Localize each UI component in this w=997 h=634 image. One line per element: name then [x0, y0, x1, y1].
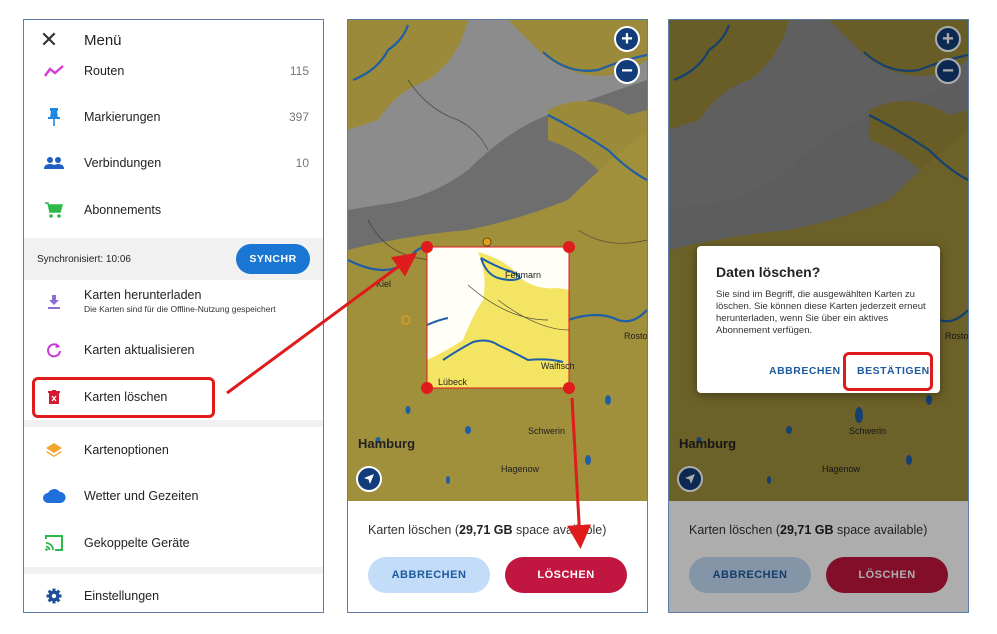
- layers-icon: [24, 442, 84, 458]
- pin-icon: [24, 107, 84, 127]
- divider: [24, 420, 323, 427]
- download-icon: [24, 288, 84, 310]
- map-label-walfisch: Walfisch: [541, 361, 575, 371]
- menu-title: Menü: [84, 31, 122, 49]
- menu-item-subtitle: Die Karten sind für die Offline-Nutzung …: [84, 304, 276, 314]
- dialog-title: Daten löschen?: [716, 264, 821, 280]
- menu-item-weather[interactable]: Wetter und Gezeiten: [24, 483, 323, 509]
- dialog-message: Sie sind im Begriff, die ausgewählten Ka…: [716, 289, 926, 336]
- delete-button[interactable]: LÖSCHEN: [505, 557, 627, 593]
- menu-item-label: Markierungen: [84, 110, 161, 124]
- delete-bottom-sheet: Karten löschen (29,71 GB space available…: [348, 501, 647, 612]
- gear-icon: [24, 588, 84, 604]
- menu-item-label: Einstellungen: [84, 589, 160, 603]
- map-selection-panel: Fehmarn Kiel Walfisch Lübeck Rosto Hambu…: [347, 19, 648, 613]
- cancel-button[interactable]: ABBRECHEN: [368, 557, 490, 593]
- menu-item-label: Routen: [84, 64, 125, 78]
- menu-item-subscriptions[interactable]: Abonnements: [24, 197, 323, 223]
- map-label-schwerin: Schwerin: [528, 426, 566, 436]
- zoom-in-button[interactable]: +: [614, 26, 640, 52]
- menu-item-count: 397: [288, 110, 309, 124]
- map-label-rostock: Rosto: [624, 331, 648, 341]
- dialog-cancel-button[interactable]: ABBRECHEN: [769, 365, 841, 377]
- menu-item-count: 10: [295, 156, 309, 170]
- cloud-icon: [24, 488, 84, 504]
- menu-item-label: Wetter und Gezeiten: [84, 489, 199, 503]
- menu-item-count: 115: [289, 64, 309, 78]
- menu-item-label: Karten herunterladen: [84, 288, 202, 302]
- menu-item-paired-devices[interactable]: Gekoppelte Geräte: [24, 530, 323, 556]
- menu-header: ✕ Menü: [24, 20, 323, 60]
- menu-item-download-maps[interactable]: Karten herunterladen Die Karten sind für…: [24, 288, 323, 324]
- map-label-kiel: Kiel: [376, 279, 392, 289]
- map-label-hagenow: Hagenow: [501, 464, 540, 474]
- zoom-out-button[interactable]: −: [614, 58, 640, 84]
- route-icon: [24, 64, 84, 78]
- sync-status: Synchronisiert: 10:06: [37, 253, 131, 265]
- menu-item-map-options[interactable]: Kartenoptionen: [24, 437, 323, 463]
- delete-space-info: Karten löschen (29,71 GB space available…: [368, 523, 607, 537]
- sync-button[interactable]: SYNCHR: [236, 244, 310, 274]
- sync-bar: Synchronisiert: 10:06 SYNCHR: [24, 238, 323, 280]
- download-text: Karten herunterladen Die Karten sind für…: [84, 288, 276, 314]
- delete-maps-highlight: [32, 377, 215, 418]
- map-label-hamburg: Hamburg: [358, 436, 416, 451]
- confirm-highlight: [843, 352, 933, 391]
- people-icon: [24, 156, 84, 170]
- menu-item-refresh-maps[interactable]: Karten aktualisieren: [24, 337, 323, 363]
- menu-item-routes[interactable]: Routen 115: [24, 58, 323, 84]
- menu-item-settings[interactable]: Einstellungen: [24, 583, 323, 609]
- navigation-arrow-icon: [364, 474, 374, 484]
- map-label-fehmarn: Fehmarn: [505, 270, 542, 280]
- map-label-luebeck: Lübeck: [438, 377, 468, 387]
- confirm-dialog-panel: Rosto Hamburg Schwerin Hagenow + − Karte…: [668, 19, 969, 613]
- refresh-icon: [24, 342, 84, 358]
- divider: [24, 567, 323, 574]
- tutorial-screenshot: ✕ Menü Routen 115 Markierungen 397 Verbi…: [0, 0, 997, 634]
- menu-item-connections[interactable]: Verbindungen 10: [24, 150, 323, 176]
- cart-icon: [24, 201, 84, 219]
- menu-item-label: Karten aktualisieren: [84, 343, 195, 357]
- nautical-map[interactable]: [348, 20, 647, 501]
- cast-icon: [24, 534, 84, 552]
- delete-confirm-dialog: Daten löschen? Sie sind im Begriff, die …: [697, 246, 940, 393]
- menu-item-label: Gekoppelte Geräte: [84, 536, 190, 550]
- menu-item-label: Abonnements: [84, 203, 162, 217]
- menu-item-markers[interactable]: Markierungen 397: [24, 104, 323, 130]
- menu-panel: ✕ Menü Routen 115 Markierungen 397 Verbi…: [23, 19, 324, 613]
- close-icon[interactable]: ✕: [24, 27, 74, 53]
- menu-item-label: Kartenoptionen: [84, 443, 169, 457]
- locate-button[interactable]: [356, 466, 382, 492]
- menu-item-label: Verbindungen: [84, 156, 162, 170]
